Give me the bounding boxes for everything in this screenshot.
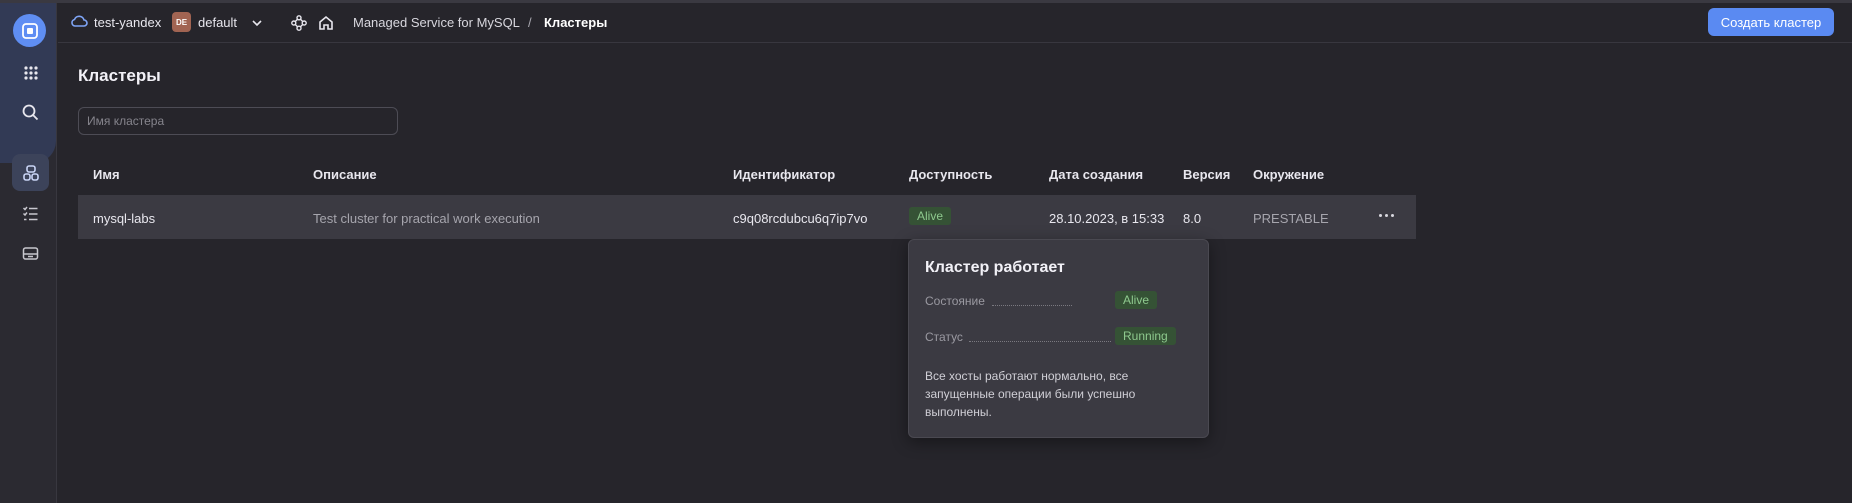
- apps-grid-icon[interactable]: [12, 54, 49, 91]
- column-header-availability: Доступность: [909, 167, 993, 182]
- chevron-down-icon[interactable]: [251, 16, 263, 34]
- tooltip-state-leader: [992, 305, 1072, 306]
- tooltip-status-leader: [969, 341, 1111, 342]
- tooltip-description: Все хосты работают нормально, все запуще…: [925, 369, 1136, 419]
- breadcrumb-service[interactable]: Managed Service for MySQL: [353, 15, 520, 30]
- cluster-description: Test cluster for practical work executio…: [313, 211, 540, 226]
- availability-tooltip: Кластер работает Состояние Alive Статус …: [908, 239, 1209, 438]
- left-rail: [0, 3, 57, 503]
- cloud-name[interactable]: test-yandex: [94, 15, 161, 30]
- tooltip-title: Кластер работает: [925, 259, 1065, 276]
- cloud-icon: [70, 14, 88, 33]
- column-header-created: Дата создания: [1049, 167, 1144, 182]
- column-header-version: Версия: [1183, 167, 1231, 182]
- backups-icon[interactable]: [12, 235, 49, 272]
- graph-icon[interactable]: [291, 15, 307, 36]
- row-actions-icon[interactable]: [1376, 207, 1396, 223]
- breadcrumb-current: Кластеры: [544, 15, 608, 30]
- page-title: Кластеры: [78, 66, 161, 85]
- cluster-version: 8.0: [1183, 211, 1202, 226]
- cluster-id: c9q08rcdubcu6q7ip7vo: [733, 211, 868, 226]
- tooltip-status-label: Статус: [925, 330, 963, 344]
- create-cluster-button[interactable]: Создать кластер: [1708, 8, 1834, 36]
- cluster-name-search-input[interactable]: [78, 107, 398, 135]
- folder-name[interactable]: default: [198, 15, 237, 30]
- breadcrumb-separator: /: [528, 15, 532, 30]
- cluster-name[interactable]: mysql-labs: [93, 211, 155, 226]
- column-header-environment: Окружение: [1253, 167, 1325, 182]
- column-header-name: Имя: [93, 167, 120, 182]
- logo-icon[interactable]: [13, 14, 46, 47]
- tooltip-state-badge: Alive: [1115, 291, 1158, 309]
- clusters-icon[interactable]: [12, 154, 49, 191]
- cluster-created: 28.10.2023, в 15:33: [1049, 211, 1165, 226]
- operations-list-icon[interactable]: [12, 195, 49, 232]
- column-header-id: Идентификатор: [733, 167, 836, 182]
- top-header: test-yandex DE default Managed Service f…: [58, 3, 1852, 43]
- folder-avatar: DE: [172, 12, 191, 32]
- availability-badge[interactable]: Alive: [909, 207, 952, 225]
- tooltip-state-label: Состояние: [925, 294, 985, 308]
- search-icon[interactable]: [12, 94, 49, 131]
- cluster-environment: PRESTABLE: [1253, 211, 1329, 226]
- column-header-description: Описание: [313, 167, 377, 182]
- tooltip-status-badge: Running: [1115, 327, 1176, 345]
- home-icon[interactable]: [318, 15, 334, 36]
